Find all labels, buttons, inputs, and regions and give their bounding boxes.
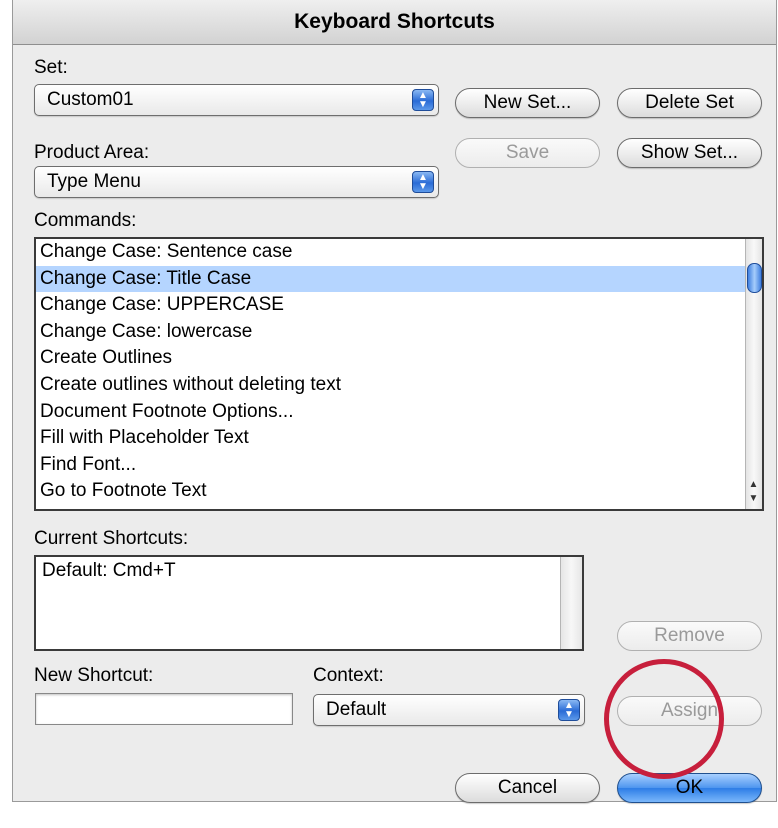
- current-shortcut-item[interactable]: Default: Cmd+T: [42, 559, 176, 583]
- keyboard-shortcuts-dialog: Keyboard Shortcuts Set: Custom01 ▲ ▼ New …: [12, 0, 777, 803]
- commands-list-rows: Change Case: Sentence case Change Case: T…: [36, 239, 762, 505]
- command-list-item[interactable]: Create Outlines: [36, 345, 762, 372]
- save-button[interactable]: Save: [455, 138, 600, 168]
- context-popup-value: Default: [326, 699, 387, 720]
- command-list-item[interactable]: Go to Footnote Text: [36, 478, 762, 505]
- set-label: Set:: [34, 57, 68, 78]
- set-popup[interactable]: Custom01 ▲ ▼: [34, 84, 439, 116]
- new-shortcut-field[interactable]: [35, 693, 293, 725]
- popup-arrows-icon: ▲ ▼: [412, 171, 434, 193]
- product-area-popup-value: Type Menu: [47, 171, 141, 192]
- popup-arrows-icon: ▲ ▼: [558, 699, 580, 721]
- delete-set-button[interactable]: Delete Set: [617, 88, 762, 118]
- remove-button[interactable]: Remove: [617, 621, 762, 651]
- dialog-title: Keyboard Shortcuts: [13, 0, 776, 45]
- popup-arrows-icon: ▲ ▼: [412, 89, 434, 111]
- context-popup[interactable]: Default ▲ ▼: [313, 694, 585, 726]
- assign-button[interactable]: Assign: [617, 696, 762, 726]
- product-area-popup[interactable]: Type Menu ▲ ▼: [34, 166, 439, 198]
- scroll-up-arrow-icon[interactable]: ▲: [746, 479, 761, 491]
- context-label: Context:: [313, 665, 384, 686]
- command-list-item[interactable]: Change Case: Sentence case: [36, 239, 762, 266]
- command-list-item[interactable]: Find Font...: [36, 452, 762, 479]
- scroll-down-arrow-icon[interactable]: ▼: [746, 493, 761, 505]
- commands-scrollbar[interactable]: ▲ ▼: [745, 239, 762, 509]
- command-list-item[interactable]: Change Case: UPPERCASE: [36, 292, 762, 319]
- commands-list[interactable]: Change Case: Sentence case Change Case: T…: [34, 237, 764, 511]
- set-popup-value: Custom01: [47, 89, 134, 110]
- command-list-item[interactable]: Change Case: Title Case: [36, 265, 762, 293]
- current-shortcuts-scrollbar[interactable]: [560, 557, 582, 649]
- ok-button[interactable]: OK: [617, 773, 762, 803]
- scroll-thumb[interactable]: [747, 263, 762, 293]
- product-area-label: Product Area:: [34, 142, 150, 163]
- commands-label: Commands:: [34, 210, 137, 231]
- command-list-item[interactable]: Document Footnote Options...: [36, 399, 762, 426]
- new-set-button[interactable]: New Set...: [455, 88, 600, 118]
- command-list-item[interactable]: Change Case: lowercase: [36, 319, 762, 346]
- command-list-item[interactable]: Fill with Placeholder Text: [36, 425, 762, 452]
- current-shortcuts-label: Current Shortcuts:: [34, 528, 189, 549]
- current-shortcuts-list[interactable]: Default: Cmd+T: [34, 555, 584, 651]
- cancel-button[interactable]: Cancel: [455, 773, 600, 803]
- new-shortcut-label: New Shortcut:: [34, 665, 154, 686]
- command-list-item[interactable]: Create outlines without deleting text: [36, 372, 762, 399]
- show-set-button[interactable]: Show Set...: [617, 138, 762, 168]
